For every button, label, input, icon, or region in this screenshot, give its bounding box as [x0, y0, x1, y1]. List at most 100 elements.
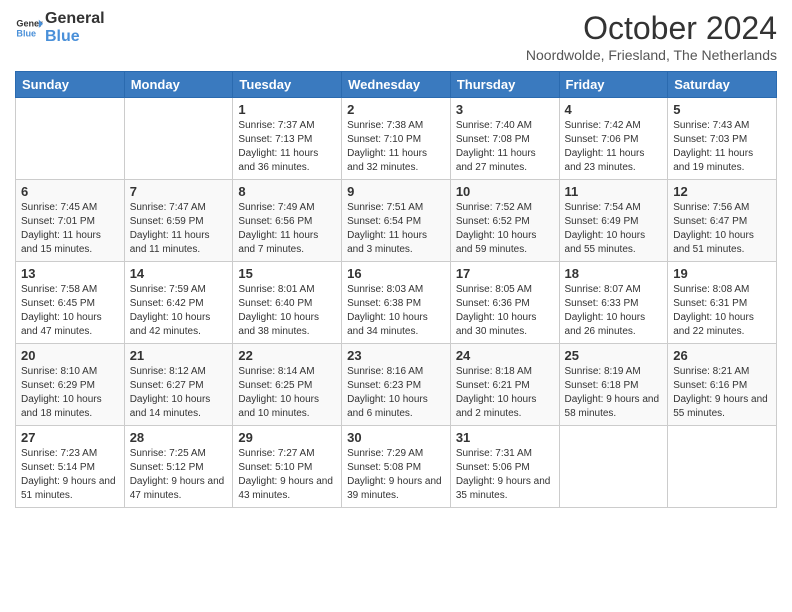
- day-header-tuesday: Tuesday: [233, 72, 342, 98]
- calendar-cell: 19 Sunrise: 8:08 AMSunset: 6:31 PMDayligh…: [668, 262, 777, 344]
- logo-text: General Blue: [45, 10, 105, 45]
- day-info: Sunrise: 8:10 AMSunset: 6:29 PMDaylight:…: [21, 365, 119, 421]
- day-number: 8: [238, 184, 336, 199]
- day-number: 22: [238, 348, 336, 363]
- day-number: 14: [130, 266, 228, 281]
- logo-icon: General Blue: [15, 14, 43, 42]
- calendar-cell: [124, 98, 233, 180]
- calendar-cell: 9 Sunrise: 7:51 AMSunset: 6:54 PMDaylight…: [342, 180, 451, 262]
- day-info: Sunrise: 7:31 AMSunset: 5:06 PMDaylight:…: [456, 447, 554, 503]
- calendar-table: SundayMondayTuesdayWednesdayThursdayFrid…: [15, 71, 777, 508]
- day-info: Sunrise: 7:51 AMSunset: 6:54 PMDaylight:…: [347, 201, 445, 257]
- day-info: Sunrise: 8:21 AMSunset: 6:16 PMDaylight:…: [673, 365, 771, 421]
- calendar-cell: 28Sunrise: 7:25 AMSunset: 5:12 PMDayligh…: [124, 426, 233, 508]
- logo: General Blue General Blue: [15, 10, 105, 45]
- day-number: 16: [347, 266, 445, 281]
- week-row-2: 6Sunrise: 7:45 AMSunset: 7:01 PMDaylight…: [16, 180, 777, 262]
- day-header-saturday: Saturday: [668, 72, 777, 98]
- day-number: 15: [238, 266, 336, 281]
- calendar-cell: [16, 98, 125, 180]
- calendar-cell: 30 Sunrise: 7:29 AMSunset: 5:08 PMDayligh…: [342, 426, 451, 508]
- calendar-cell: 8 Sunrise: 7:49 AMSunset: 6:56 PMDaylight…: [233, 180, 342, 262]
- day-info: Sunrise: 7:43 AMSunset: 7:03 PMDaylight:…: [673, 119, 771, 175]
- day-info: Sunrise: 8:01 AMSunset: 6:40 PMDaylight:…: [238, 283, 336, 339]
- day-number: 2: [347, 102, 445, 117]
- calendar-cell: 29 Sunrise: 7:27 AMSunset: 5:10 PMDayligh…: [233, 426, 342, 508]
- day-number: 20: [21, 348, 119, 363]
- day-header-wednesday: Wednesday: [342, 72, 451, 98]
- day-info: Sunrise: 7:38 AMSunset: 7:10 PMDaylight:…: [347, 119, 445, 175]
- day-number: 30: [347, 430, 445, 445]
- day-number: 4: [565, 102, 663, 117]
- day-number: 25: [565, 348, 663, 363]
- day-number: 13: [21, 266, 119, 281]
- day-number: 18: [565, 266, 663, 281]
- day-number: 12: [673, 184, 771, 199]
- day-info: Sunrise: 7:56 AMSunset: 6:47 PMDaylight:…: [673, 201, 771, 257]
- calendar-cell: 22 Sunrise: 8:14 AMSunset: 6:25 PMDayligh…: [233, 344, 342, 426]
- day-info: Sunrise: 7:42 AMSunset: 7:06 PMDaylight:…: [565, 119, 663, 175]
- day-info: Sunrise: 7:29 AMSunset: 5:08 PMDaylight:…: [347, 447, 445, 503]
- day-info: Sunrise: 8:14 AMSunset: 6:25 PMDaylight:…: [238, 365, 336, 421]
- day-info: Sunrise: 8:19 AMSunset: 6:18 PMDaylight:…: [565, 365, 663, 421]
- day-number: 11: [565, 184, 663, 199]
- calendar-cell: 23 Sunrise: 8:16 AMSunset: 6:23 PMDayligh…: [342, 344, 451, 426]
- calendar-cell: 26Sunrise: 8:21 AMSunset: 6:16 PMDayligh…: [668, 344, 777, 426]
- title-block: October 2024 Noordwolde, Friesland, The …: [526, 10, 777, 63]
- day-info: Sunrise: 8:07 AMSunset: 6:33 PMDaylight:…: [565, 283, 663, 339]
- day-number: 5: [673, 102, 771, 117]
- header-row: SundayMondayTuesdayWednesdayThursdayFrid…: [16, 72, 777, 98]
- day-number: 3: [456, 102, 554, 117]
- day-number: 27: [21, 430, 119, 445]
- svg-text:Blue: Blue: [16, 28, 36, 38]
- calendar-cell: 25 Sunrise: 8:19 AMSunset: 6:18 PMDayligh…: [559, 344, 668, 426]
- week-row-5: 27Sunrise: 7:23 AMSunset: 5:14 PMDayligh…: [16, 426, 777, 508]
- day-info: Sunrise: 8:12 AMSunset: 6:27 PMDaylight:…: [130, 365, 228, 421]
- day-info: Sunrise: 8:08 AMSunset: 6:31 PMDaylight:…: [673, 283, 771, 339]
- day-info: Sunrise: 8:03 AMSunset: 6:38 PMDaylight:…: [347, 283, 445, 339]
- day-info: Sunrise: 7:54 AMSunset: 6:49 PMDaylight:…: [565, 201, 663, 257]
- day-info: Sunrise: 8:05 AMSunset: 6:36 PMDaylight:…: [456, 283, 554, 339]
- calendar-cell: 20 Sunrise: 8:10 AMSunset: 6:29 PMDayligh…: [16, 344, 125, 426]
- calendar-cell: 13 Sunrise: 7:58 AMSunset: 6:45 PMDayligh…: [16, 262, 125, 344]
- calendar-cell: 15 Sunrise: 8:01 AMSunset: 6:40 PMDayligh…: [233, 262, 342, 344]
- day-info: Sunrise: 7:52 AMSunset: 6:52 PMDaylight:…: [456, 201, 554, 257]
- calendar-cell: 14 Sunrise: 7:59 AMSunset: 6:42 PMDayligh…: [124, 262, 233, 344]
- calendar-cell: 21 Sunrise: 8:12 AMSunset: 6:27 PMDayligh…: [124, 344, 233, 426]
- calendar-cell: 3Sunrise: 7:40 AMSunset: 7:08 PMDaylight…: [450, 98, 559, 180]
- month-title: October 2024: [526, 10, 777, 47]
- calendar-cell: [668, 426, 777, 508]
- day-info: Sunrise: 8:18 AMSunset: 6:21 PMDaylight:…: [456, 365, 554, 421]
- week-row-4: 20 Sunrise: 8:10 AMSunset: 6:29 PMDayligh…: [16, 344, 777, 426]
- calendar-cell: 7Sunrise: 7:47 AMSunset: 6:59 PMDaylight…: [124, 180, 233, 262]
- day-header-friday: Friday: [559, 72, 668, 98]
- day-number: 29: [238, 430, 336, 445]
- day-info: Sunrise: 7:59 AMSunset: 6:42 PMDaylight:…: [130, 283, 228, 339]
- day-number: 17: [456, 266, 554, 281]
- calendar-cell: 10 Sunrise: 7:52 AMSunset: 6:52 PMDayligh…: [450, 180, 559, 262]
- day-number: 9: [347, 184, 445, 199]
- day-number: 28: [130, 430, 228, 445]
- day-header-sunday: Sunday: [16, 72, 125, 98]
- week-row-3: 13 Sunrise: 7:58 AMSunset: 6:45 PMDayligh…: [16, 262, 777, 344]
- calendar-cell: 1Sunrise: 7:37 AMSunset: 7:13 PMDaylight…: [233, 98, 342, 180]
- day-number: 10: [456, 184, 554, 199]
- calendar-cell: 31 Sunrise: 7:31 AMSunset: 5:06 PMDayligh…: [450, 426, 559, 508]
- calendar-cell: 16 Sunrise: 8:03 AMSunset: 6:38 PMDayligh…: [342, 262, 451, 344]
- day-info: Sunrise: 7:27 AMSunset: 5:10 PMDaylight:…: [238, 447, 336, 503]
- day-number: 19: [673, 266, 771, 281]
- day-header-monday: Monday: [124, 72, 233, 98]
- day-info: Sunrise: 8:16 AMSunset: 6:23 PMDaylight:…: [347, 365, 445, 421]
- day-number: 31: [456, 430, 554, 445]
- day-info: Sunrise: 7:58 AMSunset: 6:45 PMDaylight:…: [21, 283, 119, 339]
- day-info: Sunrise: 7:47 AMSunset: 6:59 PMDaylight:…: [130, 201, 228, 257]
- day-info: Sunrise: 7:49 AMSunset: 6:56 PMDaylight:…: [238, 201, 336, 257]
- day-header-thursday: Thursday: [450, 72, 559, 98]
- calendar-cell: [559, 426, 668, 508]
- week-row-1: 1Sunrise: 7:37 AMSunset: 7:13 PMDaylight…: [16, 98, 777, 180]
- day-number: 23: [347, 348, 445, 363]
- location: Noordwolde, Friesland, The Netherlands: [526, 47, 777, 63]
- calendar-cell: 5 Sunrise: 7:43 AMSunset: 7:03 PMDaylight…: [668, 98, 777, 180]
- calendar-cell: 24Sunrise: 8:18 AMSunset: 6:21 PMDayligh…: [450, 344, 559, 426]
- day-number: 21: [130, 348, 228, 363]
